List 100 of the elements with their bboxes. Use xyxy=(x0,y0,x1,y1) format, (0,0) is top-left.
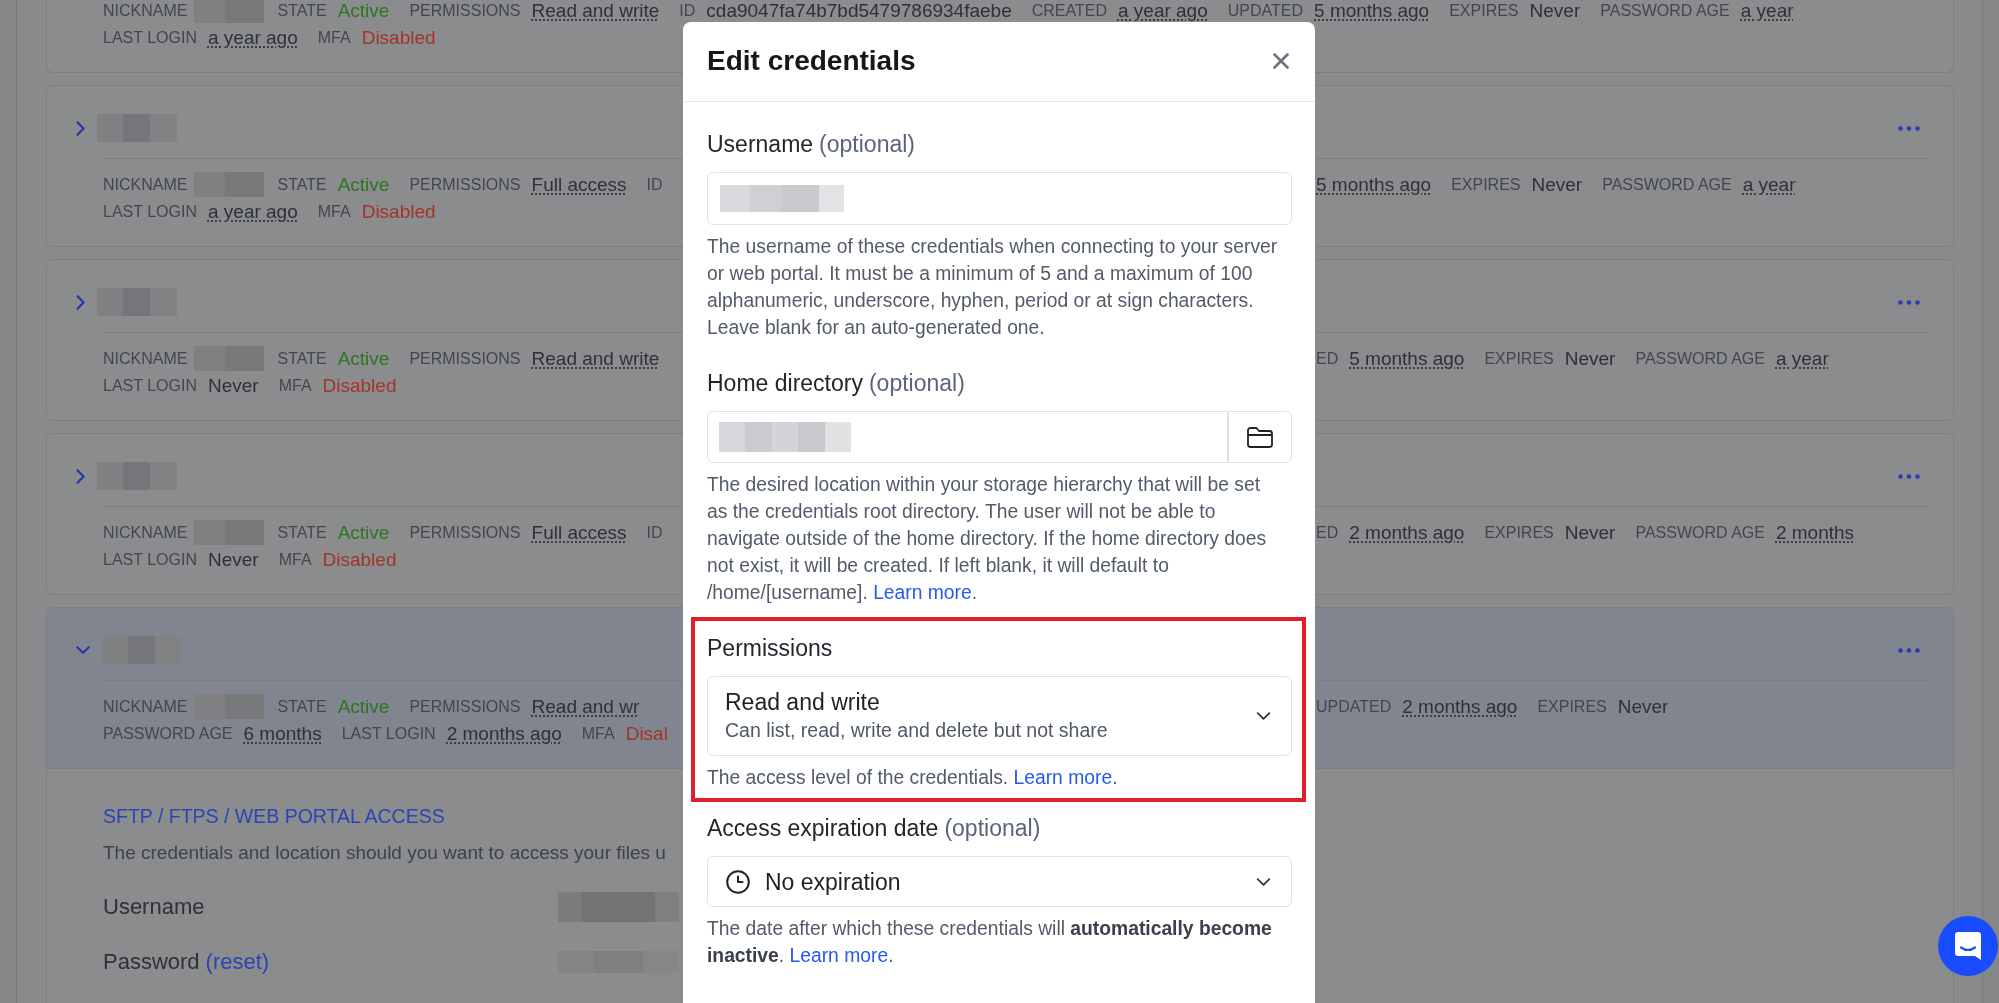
field-value: Read and write xyxy=(531,0,660,21)
field-label: NICKNAME xyxy=(103,523,188,542)
field-value: cda9047fa74b7bd5479786934faebe xyxy=(706,0,1012,21)
field-value: 2 months ago xyxy=(446,723,562,744)
option-description: Can list, read, write and delete but not share xyxy=(725,718,1108,743)
help-text: The desired location within your storage hierarchy that will be set as the credentials root directory. The user will not be able to navigate outside of the home directory. If the home directory does not exist, it will be created. If left blank, it will default to /home/[username]. Learn more. xyxy=(707,473,1268,605)
clock-icon xyxy=(726,869,750,894)
chevron-down-icon[interactable] xyxy=(76,646,90,654)
field-value: Never xyxy=(207,375,259,396)
field-value: 2 months ago xyxy=(1349,522,1465,543)
field-value: Read and wr xyxy=(531,696,640,717)
chevron-right-icon[interactable] xyxy=(76,294,85,310)
field-value: a year xyxy=(1742,174,1796,195)
field-label: MFA xyxy=(317,28,351,47)
field-label: EXPIRES xyxy=(1537,697,1607,716)
field-label: NICKNAME xyxy=(103,175,188,194)
field-value: Never xyxy=(1531,174,1583,195)
field-label: NICKNAME xyxy=(103,1,188,20)
field-label: LAST LOGIN xyxy=(103,202,197,221)
field-value: 2 months ago xyxy=(1402,696,1518,717)
field-value: a year ago xyxy=(207,27,298,48)
field-label: UPDATED xyxy=(1227,1,1304,20)
field-label: Username xyxy=(707,130,814,159)
more-button[interactable] xyxy=(1898,125,1920,131)
learn-more-link[interactable]: Learn more xyxy=(1013,767,1113,788)
more-icon xyxy=(1898,299,1920,305)
field-label: LAST LOGIN xyxy=(341,724,436,743)
dialog-title: Edit credentials xyxy=(707,43,916,78)
dropdown[interactable]: Read and write Can list, read, write and delete but not share xyxy=(707,676,1292,756)
field-label: STATE xyxy=(277,523,327,542)
field-label: ED xyxy=(1316,523,1339,542)
field-label: PERMISSIONS xyxy=(409,523,521,542)
field-label: ID xyxy=(679,1,696,20)
status-value: Active xyxy=(337,348,390,369)
field-label: STATE xyxy=(277,697,327,716)
chevron-down-icon xyxy=(1256,712,1271,720)
field-value: Full access xyxy=(531,522,627,543)
help-text: The username of these credentials when connecting to your server or web portal. It must be a minimum of 5 and a maximum of 100 alphanumeric, underscore, hyphen, period or at sign characters. Leave blank for an auto-generated one. xyxy=(707,235,1279,340)
field-label: STATE xyxy=(277,175,327,194)
field-value: Never xyxy=(1564,522,1616,543)
field-label: PERMISSIONS xyxy=(409,349,521,368)
chat-icon xyxy=(1954,931,1982,961)
status-value: Active xyxy=(337,0,390,21)
field-label: Username xyxy=(103,894,205,920)
field-label: MFA xyxy=(581,724,615,743)
field-label: MFA xyxy=(317,202,351,221)
status-value: Active xyxy=(337,696,390,717)
field-label: PASSWORD AGE xyxy=(103,724,233,743)
field-value: Read and write xyxy=(531,348,660,369)
more-button[interactable] xyxy=(1898,299,1920,305)
field-label: EXPIRES xyxy=(1484,349,1554,368)
more-button[interactable] xyxy=(1898,647,1920,653)
field-label: ID xyxy=(646,175,663,194)
field-label: ID xyxy=(646,523,663,542)
section-description: The credentials and location should you want to access your files u xyxy=(103,841,666,865)
status-value: Disabled xyxy=(322,549,397,570)
field-label: PERMISSIONS xyxy=(409,697,521,716)
field-label: PASSWORD AGE xyxy=(1635,523,1765,542)
browse-button[interactable] xyxy=(1228,411,1292,463)
directory-field[interactable] xyxy=(707,411,1228,463)
field-label: Home directory xyxy=(707,369,863,398)
field-label: EXPIRES xyxy=(1484,523,1554,542)
folder-icon xyxy=(1247,426,1273,448)
optional-hint: (optional) xyxy=(944,814,1041,843)
field-label: ED xyxy=(1316,349,1339,368)
more-icon xyxy=(1898,647,1920,653)
status-value: Disal xyxy=(625,723,668,744)
field-label: Permissions xyxy=(707,634,833,663)
field-value: Never xyxy=(1529,0,1581,21)
field-label: PASSWORD AGE xyxy=(1600,1,1730,20)
learn-more-link[interactable]: Learn more xyxy=(789,945,889,966)
field-label: CREATED xyxy=(1031,1,1107,20)
field-value: Never xyxy=(1564,348,1616,369)
text-field[interactable] xyxy=(707,172,1292,225)
chevron-right-icon[interactable] xyxy=(76,120,85,136)
field-label: PASSWORD AGE xyxy=(1635,349,1765,368)
optional-hint: (optional) xyxy=(868,369,965,398)
chevron-right-icon[interactable] xyxy=(76,468,85,484)
field-value: Never xyxy=(1617,696,1669,717)
field-value: Never xyxy=(207,549,259,570)
section-title: SFTP / FTPS / WEB PORTAL ACCESS xyxy=(103,804,445,829)
field-label: MFA xyxy=(278,550,312,569)
more-button[interactable] xyxy=(1898,473,1920,479)
status-value: Disabled xyxy=(322,375,397,396)
field-label: Password xyxy=(103,949,200,975)
field-label: PERMISSIONS xyxy=(409,175,521,194)
field-value: 5 months ago xyxy=(1314,0,1430,21)
field-value: a year ago xyxy=(207,201,298,222)
field-label: LAST LOGIN xyxy=(103,550,197,569)
field-value: 2 months xyxy=(1775,522,1855,543)
field-label: STATE xyxy=(277,349,327,368)
field-value: 5 months ago xyxy=(1316,174,1432,195)
close-button[interactable] xyxy=(1273,52,1289,69)
field-label: LAST LOGIN xyxy=(103,376,197,395)
date-dropdown[interactable]: No expiration xyxy=(707,856,1292,907)
field-label: MFA xyxy=(278,376,312,395)
field-label: PASSWORD AGE xyxy=(1602,175,1732,194)
learn-more-link[interactable]: Learn more xyxy=(873,582,972,603)
field-value: 5 months ago xyxy=(1349,348,1465,369)
field-label: Access expiration date xyxy=(707,814,939,843)
